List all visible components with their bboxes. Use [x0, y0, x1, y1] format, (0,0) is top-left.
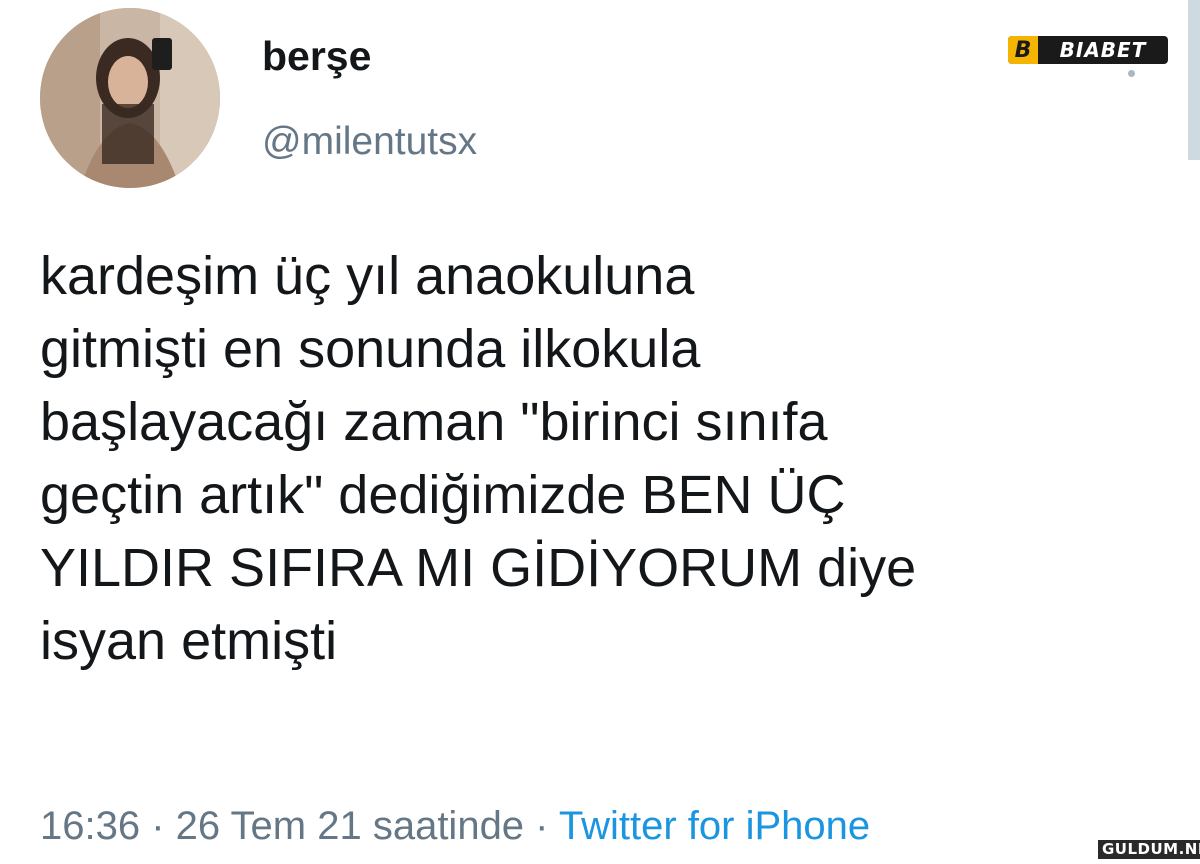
tweet-meta: 16:36 · 26 Tem 21 saatinde · Twitter for…: [40, 806, 870, 846]
tweet-date[interactable]: 26 Tem 21 saatinde: [176, 804, 524, 848]
biabet-watermark-logo: B BIABET: [1008, 36, 1168, 64]
tweet-text: kardeşim üç yıl anaokuluna gitmişti en s…: [40, 240, 1170, 678]
tweet-line: başlayacağı zaman "birinci sınıfa: [40, 392, 828, 452]
biabet-logo-text: BIABET: [1059, 38, 1147, 62]
user-handle[interactable]: @milentutsx: [262, 122, 477, 161]
avatar-photo: [40, 8, 220, 188]
guldum-watermark: GULDUM.NET: [1098, 840, 1200, 859]
avatar[interactable]: [40, 8, 220, 188]
display-name[interactable]: berşe: [262, 36, 371, 77]
more-options-icon[interactable]: [1128, 70, 1135, 77]
biabet-logo-mark: B: [1008, 36, 1038, 64]
tweet-line: gitmişti en sonunda ilkokula: [40, 319, 701, 379]
tweet-source-link[interactable]: Twitter for iPhone: [559, 804, 870, 848]
tweet-line: isyan etmişti: [40, 611, 338, 671]
tweet-time[interactable]: 16:36: [40, 804, 140, 848]
tweet-line: YILDIR SIFIRA MI GİDİYORUM diye: [40, 538, 917, 598]
meta-separator: ·: [140, 804, 176, 848]
meta-separator: ·: [524, 804, 559, 848]
tweet-line: kardeşim üç yıl anaokuluna: [40, 246, 695, 306]
tweet-line: geçtin artık" dediğimizde BEN ÜÇ: [40, 465, 846, 525]
scrollbar[interactable]: [1188, 0, 1200, 160]
